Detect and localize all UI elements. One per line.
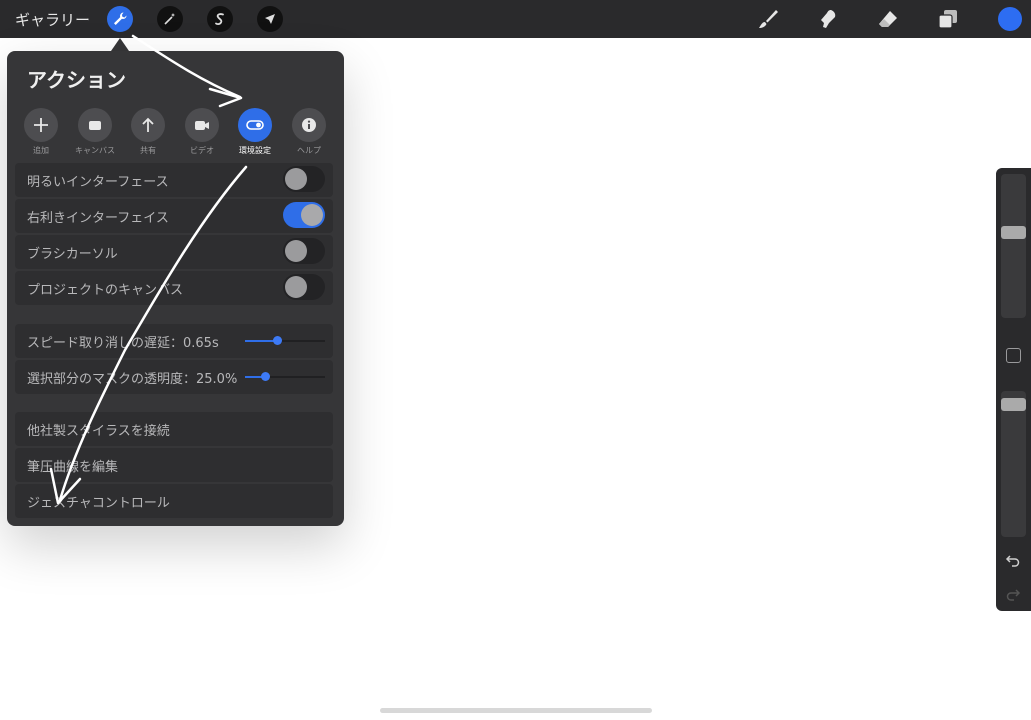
edit-pressure-curve-item[interactable]: 筆圧曲線を編集 <box>15 448 333 482</box>
setting-undo-delay: スピード取り消しの遅延：0.65s <box>15 324 333 358</box>
magic-wand-icon <box>164 13 175 25</box>
tab-help[interactable]: ヘルプ <box>285 108 333 156</box>
top-toolbar: ギャラリー <box>0 0 1031 38</box>
tab-add[interactable]: 追加 <box>17 108 65 156</box>
undo-icon[interactable] <box>1005 552 1021 568</box>
brush-icon[interactable] <box>757 8 779 30</box>
setting-light-interface: 明るいインターフェース <box>15 163 333 197</box>
selection-button[interactable] <box>207 6 233 32</box>
project-canvas-toggle[interactable] <box>283 274 325 300</box>
info-icon <box>302 118 316 132</box>
setting-right-hand-interface: 右利きインターフェイス <box>15 199 333 233</box>
plus-icon <box>34 118 48 132</box>
tab-canvas[interactable]: キャンバス <box>71 108 119 156</box>
selection-icon <box>215 13 224 26</box>
opacity-handle[interactable] <box>1001 398 1026 411</box>
popover-caret <box>111 38 129 51</box>
layers-icon[interactable] <box>937 8 959 30</box>
gesture-controls-item[interactable]: ジェスチャコントロール <box>15 484 333 518</box>
brush-cursor-toggle[interactable] <box>283 238 325 264</box>
modify-square-button[interactable] <box>1006 348 1021 363</box>
gallery-button[interactable]: ギャラリー <box>15 9 90 30</box>
brush-size-slider[interactable] <box>1001 174 1026 318</box>
actions-panel: アクション 追加 キャンバス 共有 ビデオ 環境設定 ヘルプ 明るいインターフェ… <box>7 51 344 526</box>
video-icon <box>195 121 209 130</box>
panel-title: アクション <box>27 68 126 92</box>
adjustments-button[interactable] <box>157 6 183 32</box>
actions-wrench-button[interactable] <box>107 6 133 32</box>
color-picker-button[interactable] <box>998 7 1022 31</box>
canvas-icon <box>89 121 101 130</box>
eraser-icon[interactable] <box>877 8 899 30</box>
share-icon <box>142 117 154 132</box>
transform-button[interactable] <box>257 6 283 32</box>
selection-mask-opacity-slider[interactable] <box>245 372 325 381</box>
wrench-icon <box>114 12 127 25</box>
setting-project-canvas: プロジェクトのキャンバス <box>15 271 333 305</box>
tab-preferences[interactable]: 環境設定 <box>231 108 279 156</box>
right-hand-interface-toggle[interactable] <box>283 202 325 228</box>
brush-size-handle[interactable] <box>1001 226 1026 239</box>
setting-brush-cursor: ブラシカーソル <box>15 235 333 269</box>
tab-video[interactable]: ビデオ <box>178 108 226 156</box>
setting-selection-mask-opacity: 選択部分のマスクの透明度：25.0% <box>15 360 333 394</box>
tab-share[interactable]: 共有 <box>124 108 172 156</box>
transform-arrow-icon <box>265 14 275 24</box>
toggle-icon <box>246 120 264 130</box>
redo-icon[interactable] <box>1005 586 1021 602</box>
home-indicator <box>380 708 652 713</box>
connect-stylus-item[interactable]: 他社製スタイラスを接続 <box>15 412 333 446</box>
opacity-slider[interactable] <box>1001 391 1026 537</box>
light-interface-toggle[interactable] <box>283 166 325 192</box>
smudge-icon[interactable] <box>817 8 839 30</box>
undo-delay-slider[interactable] <box>245 336 325 345</box>
side-toolbar <box>996 168 1031 611</box>
